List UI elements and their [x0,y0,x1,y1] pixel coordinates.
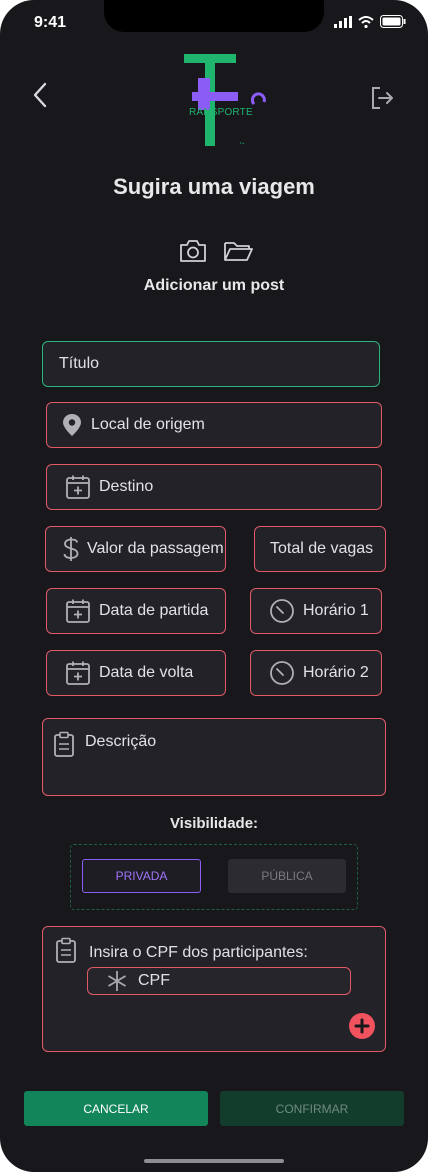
calendar-icon [65,660,91,686]
status-icons [334,15,406,28]
participants-label: Insira o CPF dos participantes: [89,943,308,961]
private-toggle-button[interactable]: PRIVADA [82,859,201,893]
description-placeholder: Descrição [85,733,157,750]
time1-placeholder: Horário 1 [303,602,369,619]
seats-placeholder: Total de vagas [270,540,374,557]
participants-box: Insira o CPF dos participantes: CPF [42,926,386,1052]
camera-icon[interactable] [178,238,208,264]
destination-input[interactable]: Destino [46,464,382,510]
logout-icon[interactable] [368,84,396,112]
folder-icon[interactable] [222,238,254,264]
back-arrow-icon[interactable] [28,80,54,110]
dollar-icon [60,535,82,563]
clock-icon [269,598,295,624]
phone-screen: 9:41 ▾ ▴ RANSPORTE Sugira uma viagem Adi… [0,0,428,1172]
departure-date-placeholder: Data de partida [99,602,209,619]
home-indicator [144,1159,284,1163]
plus-icon [354,1018,370,1034]
device-notch [104,0,324,32]
return-date-input[interactable]: Data de volta [46,650,226,696]
app-logo: ▾ ▴ RANSPORTE [178,52,278,150]
time2-input[interactable]: Horário 2 [250,650,382,696]
public-toggle-button[interactable]: PÚBLICA [228,859,346,893]
price-placeholder: Valor da passagem [87,540,224,557]
asterisk-icon [106,970,128,992]
wifi-icon [358,15,374,28]
logo-text: RANSPORTE [189,107,253,118]
cpf-input[interactable]: CPF [87,967,351,995]
signal-icon [334,15,352,28]
calendar-icon [65,598,91,624]
price-input[interactable]: Valor da passagem [45,526,226,572]
title-placeholder: Título [59,355,100,372]
clock-icon [269,660,295,686]
calendar-icon [65,474,91,500]
return-date-placeholder: Data de volta [99,664,194,681]
battery-icon [380,15,406,28]
cancel-button[interactable]: CANCELAR [24,1091,208,1126]
svg-text:▾ ▴: ▾ ▴ [240,141,244,145]
origin-placeholder: Local de origem [91,416,205,433]
add-participant-button[interactable] [349,1013,375,1039]
confirm-button[interactable]: CONFIRMAR [220,1091,404,1126]
status-time: 9:41 [34,14,67,31]
title-input[interactable]: Título [42,341,380,387]
clipboard-icon [55,937,77,968]
origin-input[interactable]: Local de origem [46,402,382,448]
clipboard-icon [53,731,75,757]
description-textarea[interactable]: Descrição [42,718,386,796]
departure-date-input[interactable]: Data de partida [46,588,226,634]
time1-input[interactable]: Horário 1 [250,588,382,634]
location-pin-icon [61,413,83,437]
seats-input[interactable]: Total de vagas [254,526,386,572]
visibility-label: Visibilidade: [169,815,259,832]
destination-placeholder: Destino [99,478,154,495]
cpf-placeholder: CPF [138,972,170,989]
media-actions [178,238,254,264]
time2-placeholder: Horário 2 [303,664,369,681]
page-title: Sugira uma viagem [113,174,315,199]
add-post-subtitle: Adicionar um post [143,277,285,294]
participants-header: Insira o CPF dos participantes: [55,937,308,968]
